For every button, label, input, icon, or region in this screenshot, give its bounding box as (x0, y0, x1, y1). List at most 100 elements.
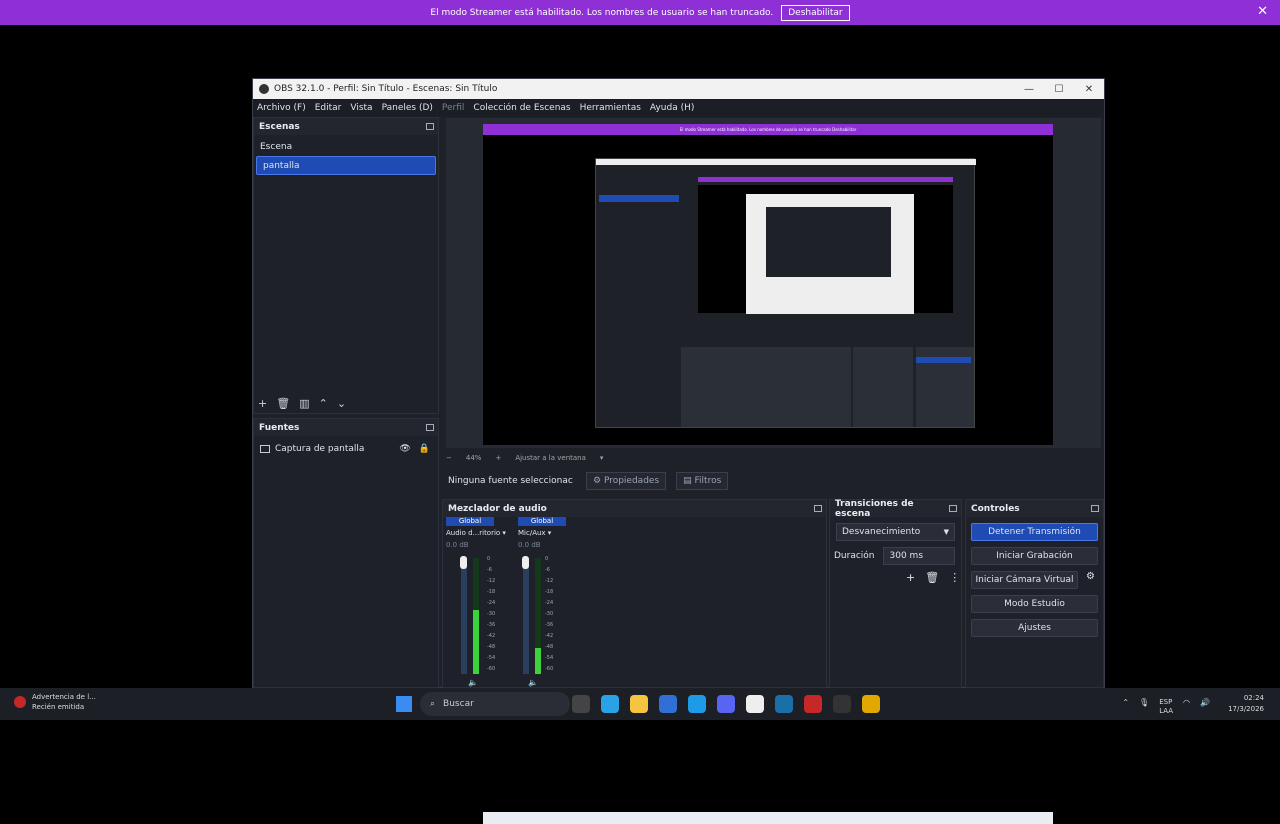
volume-slider-knob[interactable] (522, 556, 529, 569)
system-tray: ⌃ 🎙 ESP LAA ◠ 🔊 (1122, 698, 1210, 716)
transition-select[interactable]: Desvanecimiento ▼ (836, 523, 955, 541)
transitions-title: Transiciones de escena (835, 498, 914, 519)
db-scale: 0 -6 -12 -18 -24 -30 -36 -42 -48 -54 -60 (545, 556, 554, 672)
gear-icon[interactable]: ⚙ (1086, 571, 1095, 582)
move-up-icon[interactable]: ⌃ (319, 397, 328, 410)
store-icon[interactable] (659, 695, 677, 713)
menu-vista[interactable]: Vista (350, 103, 372, 113)
channel-name[interactable]: Audio d...ritorio ▾ (446, 529, 506, 537)
channel-db: 0.0 dB (446, 541, 469, 549)
menu-ayuda[interactable]: Ayuda (H) (650, 103, 694, 113)
lock-icon[interactable]: 🔒 (419, 444, 430, 454)
monitor-icon (260, 444, 270, 453)
speaker-icon[interactable]: 🔈 (468, 678, 478, 687)
github-icon[interactable] (746, 695, 764, 713)
taskview-icon[interactable] (572, 695, 590, 713)
preview-capture: El modo Streamer está habilitado. Los no… (483, 124, 1053, 824)
obs-icon[interactable] (833, 695, 851, 713)
channel-name[interactable]: Mic/Aux ▾ (518, 529, 566, 537)
nested-obs-window (595, 158, 976, 428)
float-dock-icon[interactable] (1091, 505, 1099, 512)
filter-icon[interactable]: ▥ (299, 397, 309, 410)
lang-2: LAA (1159, 707, 1174, 715)
scene-item[interactable]: Escena (254, 137, 438, 156)
minimize-icon[interactable]: — (1014, 84, 1044, 95)
obs-logo-icon (259, 84, 269, 94)
stop-streaming-button[interactable]: Detener Transmisión (971, 523, 1098, 541)
app-red-icon[interactable] (804, 695, 822, 713)
settings-button[interactable]: Ajustes (971, 619, 1098, 637)
zoom-in-icon[interactable]: + (495, 454, 501, 462)
fit-window[interactable]: Ajustar a la ventana (515, 454, 586, 462)
notification[interactable]: Advertencia de l... Recién emitida (14, 692, 96, 712)
mixer-channel: Global Mic/Aux ▾ 0.0 dB (518, 517, 566, 549)
float-dock-icon[interactable] (426, 123, 434, 130)
source-label: Captura de pantalla (275, 443, 365, 454)
speaker-icon[interactable]: 🔈 (528, 678, 538, 687)
menu-bar: Archivo (F) Editar Vista Paneles (D) Per… (253, 99, 1104, 117)
controls-title: Controles (971, 503, 1020, 514)
language-indicator[interactable]: ESP LAA (1159, 698, 1173, 716)
menu-editar[interactable]: Editar (315, 103, 342, 113)
menu-herramientas[interactable]: Herramientas (580, 103, 641, 113)
trash-icon[interactable]: 🗑 (276, 397, 290, 410)
copilot-icon[interactable] (601, 695, 619, 713)
explorer-icon[interactable] (630, 695, 648, 713)
trash-icon[interactable]: 🗑 (925, 571, 939, 584)
scenes-dock: Escenas Escena pantalla + 🗑 ▥ ⌃ ⌄ (253, 117, 439, 414)
close-window-icon[interactable]: ✕ (1074, 84, 1104, 95)
mixer-title: Mezclador de audio (448, 503, 547, 514)
warning-icon (14, 696, 26, 708)
volume-slider-knob[interactable] (460, 556, 467, 569)
menu-perfil[interactable]: Perfil (442, 103, 465, 113)
float-dock-icon[interactable] (814, 505, 822, 512)
add-icon[interactable]: + (906, 571, 915, 584)
menu-archivo[interactable]: Archivo (F) (257, 103, 306, 113)
volume-icon[interactable]: 🔊 (1200, 698, 1210, 716)
channel-name-text: Audio d...ritorio (446, 529, 501, 537)
maximize-icon[interactable]: ☐ (1044, 84, 1074, 95)
windows-start-icon[interactable] (396, 696, 412, 712)
clock[interactable]: 02:24 17/3/2026 (1228, 693, 1264, 715)
more-icon[interactable]: ⋮ (949, 571, 960, 584)
audio-mixer-dock: Mezclador de audio Global Audio d...rito… (442, 499, 827, 688)
steam-icon[interactable] (775, 695, 793, 713)
volume-slider-track[interactable] (523, 558, 529, 674)
chrome-icon[interactable] (862, 695, 880, 713)
scene-item-selected[interactable]: pantalla (256, 156, 436, 175)
nested-taskbar (483, 812, 1053, 824)
taskbar-search[interactable]: ⌕ Buscar (420, 692, 570, 716)
source-item[interactable]: Captura de pantalla 👁 🔒 (254, 439, 438, 458)
properties-button[interactable]: ⚙ Propiedades (586, 472, 667, 490)
chevron-up-icon[interactable]: ⌃ (1122, 698, 1129, 716)
filters-button[interactable]: ▤ Filtros (676, 472, 729, 490)
duration-input[interactable]: 300 ms (882, 547, 955, 565)
edge-icon[interactable] (688, 695, 706, 713)
disable-streamer-button[interactable]: Deshabilitar (781, 4, 850, 21)
start-recording-button[interactable]: Iniciar Grabación (971, 547, 1098, 565)
sources-title: Fuentes (259, 422, 300, 433)
controls-dock: Controles Detener Transmisión Iniciar Gr… (965, 499, 1104, 688)
wifi-icon[interactable]: ◠ (1183, 698, 1190, 716)
db-scale: 0 -6 -12 -18 -24 -30 -36 -42 -48 -54 -60 (487, 556, 496, 672)
float-dock-icon[interactable] (949, 505, 957, 512)
zoom-out-icon[interactable]: − (446, 454, 452, 462)
studio-mode-button[interactable]: Modo Estudio (971, 595, 1098, 613)
audio-level-meter (473, 558, 479, 674)
transitions-dock: Transiciones de escena Desvanecimiento ▼… (829, 499, 962, 688)
menu-paneles[interactable]: Paneles (D) (382, 103, 433, 113)
add-icon[interactable]: + (258, 397, 267, 410)
start-virtual-camera-button[interactable]: Iniciar Cámara Virtual (971, 571, 1078, 589)
close-icon[interactable]: ✕ (1257, 4, 1268, 19)
mic-icon[interactable]: 🎙 (1139, 698, 1149, 716)
notification-title: Advertencia de l... (32, 693, 96, 701)
chevron-down-icon: ▼ (943, 528, 949, 536)
float-dock-icon[interactable] (426, 424, 434, 431)
chevron-down-icon[interactable]: ▾ (600, 454, 604, 462)
properties-label: Propiedades (603, 476, 660, 486)
menu-coleccion[interactable]: Colección de Escenas (473, 103, 570, 113)
eye-icon[interactable]: 👁 (399, 444, 410, 454)
move-down-icon[interactable]: ⌄ (337, 397, 346, 410)
discord-icon[interactable] (717, 695, 735, 713)
volume-slider-track[interactable] (461, 558, 467, 674)
